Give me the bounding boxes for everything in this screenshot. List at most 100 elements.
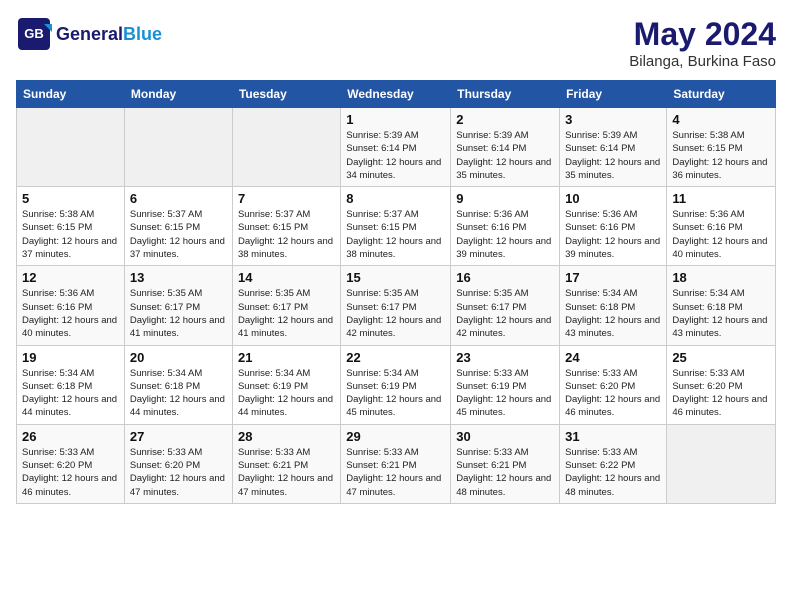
day-info: Sunrise: 5:35 AMSunset: 6:17 PMDaylight:… <box>456 287 554 340</box>
table-row <box>124 108 232 187</box>
logo-text: GeneralBlue <box>56 25 162 43</box>
day-number: 3 <box>565 112 661 127</box>
day-number: 30 <box>456 429 554 444</box>
calendar-week-row: 1 Sunrise: 5:39 AMSunset: 6:14 PMDaylight… <box>17 108 776 187</box>
day-number: 19 <box>22 350 119 365</box>
month-title: May 2024 <box>629 16 776 53</box>
day-info: Sunrise: 5:35 AMSunset: 6:17 PMDaylight:… <box>346 287 445 340</box>
day-info: Sunrise: 5:34 AMSunset: 6:18 PMDaylight:… <box>130 367 227 420</box>
logo-blue-text: Blue <box>123 24 162 44</box>
day-info: Sunrise: 5:33 AMSunset: 6:19 PMDaylight:… <box>456 367 554 420</box>
day-info: Sunrise: 5:36 AMSunset: 6:16 PMDaylight:… <box>565 208 661 261</box>
day-info: Sunrise: 5:39 AMSunset: 6:14 PMDaylight:… <box>346 129 445 182</box>
day-number: 13 <box>130 270 227 285</box>
logo-icon: GB <box>16 16 52 52</box>
table-row: 1 Sunrise: 5:39 AMSunset: 6:14 PMDaylight… <box>341 108 451 187</box>
day-info: Sunrise: 5:33 AMSunset: 6:20 PMDaylight:… <box>22 446 119 499</box>
header-tuesday: Tuesday <box>232 81 340 108</box>
page-header: GB GeneralBlue May 2024 Bilanga, Burkina… <box>16 16 776 70</box>
table-row: 14 Sunrise: 5:35 AMSunset: 6:17 PMDayligh… <box>232 266 340 345</box>
header-saturday: Saturday <box>667 81 776 108</box>
header-sunday: Sunday <box>17 81 125 108</box>
table-row: 3 Sunrise: 5:39 AMSunset: 6:14 PMDaylight… <box>560 108 667 187</box>
day-number: 20 <box>130 350 227 365</box>
table-row: 4Sunrise: 5:38 AMSunset: 6:15 PMDaylight… <box>667 108 776 187</box>
day-number: 25 <box>672 350 770 365</box>
table-row: 19 Sunrise: 5:34 AMSunset: 6:18 PMDayligh… <box>17 345 125 424</box>
day-info: Sunrise: 5:35 AMSunset: 6:17 PMDaylight:… <box>130 287 227 340</box>
day-info: Sunrise: 5:34 AMSunset: 6:19 PMDaylight:… <box>238 367 335 420</box>
table-row <box>667 424 776 503</box>
table-row: 17 Sunrise: 5:34 AMSunset: 6:18 PMDayligh… <box>560 266 667 345</box>
table-row: 20 Sunrise: 5:34 AMSunset: 6:18 PMDayligh… <box>124 345 232 424</box>
day-info: Sunrise: 5:33 AMSunset: 6:21 PMDaylight:… <box>238 446 335 499</box>
day-number: 9 <box>456 191 554 206</box>
calendar-week-row: 26 Sunrise: 5:33 AMSunset: 6:20 PMDayligh… <box>17 424 776 503</box>
calendar-table: Sunday Monday Tuesday Wednesday Thursday… <box>16 80 776 504</box>
day-info: Sunrise: 5:33 AMSunset: 6:22 PMDaylight:… <box>565 446 661 499</box>
day-info: Sunrise: 5:34 AMSunset: 6:19 PMDaylight:… <box>346 367 445 420</box>
day-info: Sunrise: 5:39 AMSunset: 6:14 PMDaylight:… <box>456 129 554 182</box>
day-number: 14 <box>238 270 335 285</box>
table-row: 24Sunrise: 5:33 AMSunset: 6:20 PMDayligh… <box>560 345 667 424</box>
day-number: 22 <box>346 350 445 365</box>
table-row: 22 Sunrise: 5:34 AMSunset: 6:19 PMDayligh… <box>341 345 451 424</box>
day-info: Sunrise: 5:37 AMSunset: 6:15 PMDaylight:… <box>346 208 445 261</box>
day-number: 8 <box>346 191 445 206</box>
day-number: 17 <box>565 270 661 285</box>
day-info: Sunrise: 5:35 AMSunset: 6:17 PMDaylight:… <box>238 287 335 340</box>
location-title: Bilanga, Burkina Faso <box>629 53 776 70</box>
table-row: 9Sunrise: 5:36 AMSunset: 6:16 PMDaylight… <box>451 187 560 266</box>
day-info: Sunrise: 5:36 AMSunset: 6:16 PMDaylight:… <box>672 208 770 261</box>
day-number: 31 <box>565 429 661 444</box>
day-info: Sunrise: 5:33 AMSunset: 6:20 PMDaylight:… <box>130 446 227 499</box>
table-row: 10 Sunrise: 5:36 AMSunset: 6:16 PMDayligh… <box>560 187 667 266</box>
day-info: Sunrise: 5:39 AMSunset: 6:14 PMDaylight:… <box>565 129 661 182</box>
table-row: 15 Sunrise: 5:35 AMSunset: 6:17 PMDayligh… <box>341 266 451 345</box>
day-number: 4 <box>672 112 770 127</box>
table-row: 23 Sunrise: 5:33 AMSunset: 6:19 PMDayligh… <box>451 345 560 424</box>
day-number: 23 <box>456 350 554 365</box>
logo-general: General <box>56 24 123 44</box>
table-row: 28Sunrise: 5:33 AMSunset: 6:21 PMDayligh… <box>232 424 340 503</box>
day-number: 16 <box>456 270 554 285</box>
day-number: 10 <box>565 191 661 206</box>
table-row: 26 Sunrise: 5:33 AMSunset: 6:20 PMDayligh… <box>17 424 125 503</box>
day-info: Sunrise: 5:34 AMSunset: 6:18 PMDaylight:… <box>565 287 661 340</box>
day-number: 7 <box>238 191 335 206</box>
day-number: 26 <box>22 429 119 444</box>
day-number: 1 <box>346 112 445 127</box>
day-info: Sunrise: 5:34 AMSunset: 6:18 PMDaylight:… <box>22 367 119 420</box>
table-row: 2Sunrise: 5:39 AMSunset: 6:14 PMDaylight… <box>451 108 560 187</box>
calendar-week-row: 5Sunrise: 5:38 AMSunset: 6:15 PMDaylight… <box>17 187 776 266</box>
table-row: 30Sunrise: 5:33 AMSunset: 6:21 PMDayligh… <box>451 424 560 503</box>
day-info: Sunrise: 5:34 AMSunset: 6:18 PMDaylight:… <box>672 287 770 340</box>
table-row: 7Sunrise: 5:37 AMSunset: 6:15 PMDaylight… <box>232 187 340 266</box>
table-row: 31 Sunrise: 5:33 AMSunset: 6:22 PMDayligh… <box>560 424 667 503</box>
day-number: 18 <box>672 270 770 285</box>
table-row: 27 Sunrise: 5:33 AMSunset: 6:20 PMDayligh… <box>124 424 232 503</box>
logo: GB GeneralBlue <box>16 16 162 52</box>
day-number: 15 <box>346 270 445 285</box>
table-row: 8 Sunrise: 5:37 AMSunset: 6:15 PMDaylight… <box>341 187 451 266</box>
header-friday: Friday <box>560 81 667 108</box>
header-wednesday: Wednesday <box>341 81 451 108</box>
table-row: 11Sunrise: 5:36 AMSunset: 6:16 PMDayligh… <box>667 187 776 266</box>
header-monday: Monday <box>124 81 232 108</box>
calendar-week-row: 12Sunrise: 5:36 AMSunset: 6:16 PMDayligh… <box>17 266 776 345</box>
day-number: 12 <box>22 270 119 285</box>
day-info: Sunrise: 5:33 AMSunset: 6:20 PMDaylight:… <box>672 367 770 420</box>
table-row <box>17 108 125 187</box>
title-block: May 2024 Bilanga, Burkina Faso <box>629 16 776 70</box>
table-row: 13 Sunrise: 5:35 AMSunset: 6:17 PMDayligh… <box>124 266 232 345</box>
table-row: 29 Sunrise: 5:33 AMSunset: 6:21 PMDayligh… <box>341 424 451 503</box>
day-info: Sunrise: 5:33 AMSunset: 6:21 PMDaylight:… <box>346 446 445 499</box>
day-info: Sunrise: 5:38 AMSunset: 6:15 PMDaylight:… <box>22 208 119 261</box>
day-info: Sunrise: 5:37 AMSunset: 6:15 PMDaylight:… <box>130 208 227 261</box>
table-row: 18 Sunrise: 5:34 AMSunset: 6:18 PMDayligh… <box>667 266 776 345</box>
day-info: Sunrise: 5:33 AMSunset: 6:20 PMDaylight:… <box>565 367 661 420</box>
header-thursday: Thursday <box>451 81 560 108</box>
day-number: 29 <box>346 429 445 444</box>
table-row: 5Sunrise: 5:38 AMSunset: 6:15 PMDaylight… <box>17 187 125 266</box>
day-number: 27 <box>130 429 227 444</box>
